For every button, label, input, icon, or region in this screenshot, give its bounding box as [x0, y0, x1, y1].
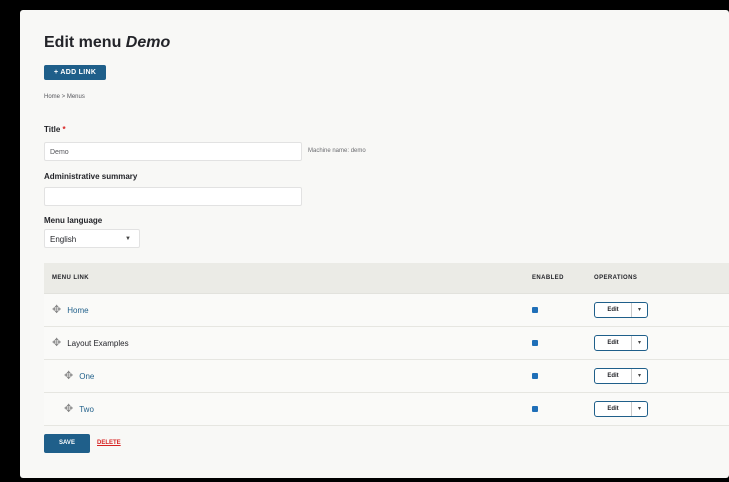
enabled-checkbox[interactable] [532, 306, 538, 313]
page-title-menu-name: Demo [125, 34, 171, 51]
enabled-checkbox[interactable] [532, 405, 538, 412]
chevron-down-icon: ▼ [125, 236, 131, 242]
edit-button[interactable]: Edit [595, 369, 631, 383]
page-title: Edit menu Demo [44, 34, 170, 52]
enabled-cell [532, 339, 594, 348]
chevron-down-icon[interactable]: ▾ [631, 369, 647, 383]
operations-cell: Edit ▾ [594, 368, 729, 384]
enabled-cell [532, 306, 594, 315]
table-row: ✥ Home Edit ▾ [44, 294, 729, 327]
title-label-text: Title [44, 125, 61, 134]
page-title-prefix: Edit menu [44, 34, 126, 51]
required-marker: * [62, 125, 66, 134]
edit-menu-page: Edit menu Demo + ADD LINK Home > Menus T… [20, 10, 729, 478]
summary-input[interactable] [44, 187, 302, 206]
edit-button[interactable]: Edit [595, 402, 631, 416]
chevron-down-icon[interactable]: ▾ [631, 402, 647, 416]
drag-handle-icon[interactable]: ✥ [64, 403, 73, 415]
menu-link[interactable]: Home [67, 306, 88, 315]
drag-handle-icon[interactable]: ✥ [52, 304, 61, 316]
language-select[interactable]: English ▼ [44, 229, 140, 248]
operations-cell: Edit ▾ [594, 302, 729, 318]
breadcrumb[interactable]: Home > Menus [44, 94, 85, 100]
table-row: ✥ One Edit ▾ [44, 360, 729, 393]
menu-link[interactable]: One [79, 372, 94, 381]
header-enabled: ENABLED [532, 275, 564, 281]
summary-label: Administrative summary [44, 172, 138, 181]
operations-dropbutton: Edit ▾ [594, 368, 648, 384]
machine-name: Machine name: demo [308, 148, 366, 154]
edit-button[interactable]: Edit [595, 303, 631, 317]
operations-cell: Edit ▾ [594, 335, 729, 351]
operations-dropbutton: Edit ▾ [594, 335, 648, 351]
title-input[interactable]: Demo [44, 142, 302, 161]
header-menu-link: MENU LINK [52, 275, 89, 281]
language-label: Menu language [44, 216, 103, 225]
operations-dropbutton: Edit ▾ [594, 401, 648, 417]
chevron-down-icon[interactable]: ▾ [631, 336, 647, 350]
enabled-cell [532, 372, 594, 381]
menu-link-cell: ✥ Two [44, 403, 532, 415]
menu-links-table: MENU LINK ENABLED OPERATIONS ✥ Home Edit… [44, 263, 729, 426]
add-link-button[interactable]: + ADD LINK [44, 65, 107, 80]
table-row: ✥ Layout Examples Edit ▾ [44, 327, 729, 360]
enabled-checkbox[interactable] [532, 372, 538, 379]
menu-link-cell: ✥ One [44, 370, 532, 382]
chevron-down-icon[interactable]: ▾ [631, 303, 647, 317]
menu-link-cell: ✥ Layout Examples [44, 337, 532, 349]
language-select-value: English [50, 235, 77, 244]
save-button[interactable]: SAVE [44, 434, 90, 453]
delete-link[interactable]: DELETE [97, 434, 121, 453]
menu-link[interactable]: Layout Examples [67, 339, 128, 348]
operations-dropbutton: Edit ▾ [594, 302, 648, 318]
enabled-checkbox[interactable] [532, 339, 538, 346]
table-header: MENU LINK ENABLED OPERATIONS [44, 263, 729, 294]
drag-handle-icon[interactable]: ✥ [64, 370, 73, 382]
drag-handle-icon[interactable]: ✥ [52, 337, 61, 349]
operations-cell: Edit ▾ [594, 401, 729, 417]
header-operations: OPERATIONS [594, 275, 638, 281]
menu-link-cell: ✥ Home [44, 304, 532, 316]
enabled-cell [532, 405, 594, 414]
title-label: Title * [44, 125, 66, 134]
table-row: ✥ Two Edit ▾ [44, 393, 729, 426]
edit-button[interactable]: Edit [595, 336, 631, 350]
menu-link[interactable]: Two [79, 405, 94, 414]
